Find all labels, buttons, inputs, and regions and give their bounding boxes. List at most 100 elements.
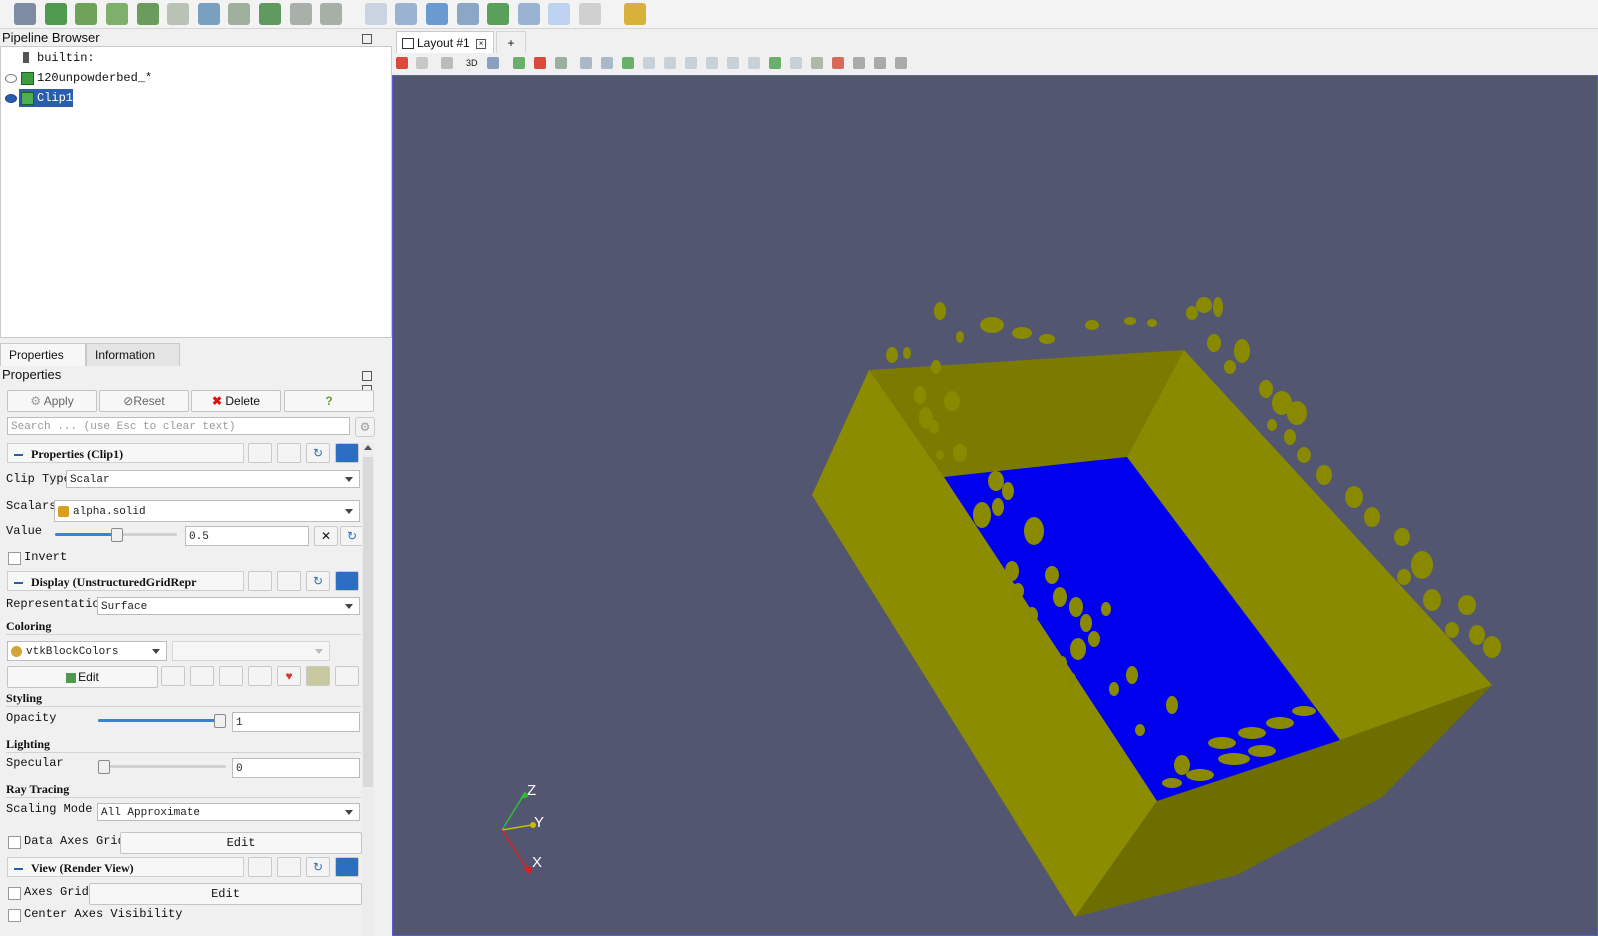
warp-icon[interactable] [259,3,281,25]
refresh-icon[interactable]: ↻ [340,526,364,546]
extract-subset-icon[interactable] [167,3,189,25]
search-input[interactable]: Search ... (use Esc to clear text) [7,417,350,435]
paste-icon[interactable] [277,857,301,877]
threshold-icon[interactable] [137,3,159,25]
save-icon[interactable] [335,857,359,877]
gear-icon[interactable]: ⚙ [355,417,375,437]
clip-type-combo[interactable]: Scalar [66,470,360,488]
section-display[interactable]: Display (UnstructuredGridRepr [7,571,244,591]
value-slider-handle[interactable] [111,528,123,542]
reset-range-icon[interactable]: ✕ [314,526,338,546]
eye-icon[interactable] [5,74,17,83]
select-polygon-icon[interactable] [790,57,802,69]
scalars-combo[interactable]: alpha.solid [54,500,360,522]
clip-icon[interactable] [75,3,97,25]
zoom-box-icon[interactable] [555,57,567,69]
save-icon[interactable] [335,571,359,591]
split-horizontal-icon[interactable] [396,57,408,69]
data-axes-grid-edit-button[interactable]: Edit [120,832,362,854]
specular-slider[interactable] [98,765,226,768]
snowflake-icon[interactable] [548,3,570,25]
add-layout-tab-button[interactable]: + [496,31,526,54]
stream-tracer-icon[interactable] [228,3,250,25]
scroll-up-icon[interactable] [364,445,372,450]
render-scene[interactable]: Z Y X [392,75,1598,936]
reset-camera-icon[interactable] [513,57,525,69]
float-icon[interactable] [362,34,372,44]
mode-3d-button[interactable]: 3D [466,57,482,69]
clear-selection-icon[interactable] [895,57,907,69]
rescale-data-icon[interactable] [161,666,185,686]
eye-icon[interactable] [5,94,17,103]
python-calculator-icon[interactable] [487,3,509,25]
data-axes-grid-checkbox[interactable] [8,836,21,849]
zoom-data-icon[interactable] [534,57,546,69]
component-combo[interactable] [172,641,330,661]
choose-preset-icon[interactable] [335,666,359,686]
scaling-mode-combo[interactable]: All Approximate [97,803,360,821]
select-cells-icon[interactable] [727,57,739,69]
select-points-icon[interactable] [748,57,760,69]
rescale-temporal-icon[interactable] [219,666,243,686]
rescale-custom-icon[interactable] [190,666,214,686]
opacity-slider-handle[interactable] [214,714,226,728]
tab-layout-1[interactable]: Layout #1 × [396,31,494,54]
plot-data-icon[interactable] [457,3,479,25]
slice-icon[interactable] [106,3,128,25]
split-vertical-icon[interactable] [416,57,428,69]
render-view[interactable]: Z Y X [392,75,1598,936]
copy-icon[interactable] [248,857,272,877]
tree-item-builtin[interactable]: builtin: [1,49,101,67]
tab-information[interactable]: Information [86,343,180,366]
view-minus-z-icon[interactable] [685,57,697,69]
view-minus-y-icon[interactable] [643,57,655,69]
center-axes-checkbox[interactable] [8,909,21,922]
plot-over-line-icon[interactable] [365,3,387,25]
color-legend-icon[interactable] [306,666,330,686]
refresh-icon[interactable]: ↻ [306,571,330,591]
specular-input[interactable]: 0 [232,758,360,778]
selection-icon[interactable] [395,3,417,25]
section-view[interactable]: View (Render View) [7,857,244,877]
histogram-icon[interactable] [426,3,448,25]
temporal-stats-icon[interactable] [518,3,540,25]
properties-scrollbar[interactable] [362,443,374,936]
delete-button[interactable]: ✖ Delete [191,390,281,412]
view-plus-z-icon[interactable] [664,57,676,69]
copy-icon[interactable] [248,443,272,463]
interactive-select-icon[interactable] [769,57,781,69]
tree-item-clip1[interactable]: Clip1 [1,89,81,107]
help-button[interactable]: ? [284,390,374,412]
axes-grid-checkbox[interactable] [8,887,21,900]
select-block-icon[interactable] [811,57,823,69]
camera-icon[interactable] [441,57,453,69]
properties-dock-buttons[interactable] [360,370,382,395]
opacity-input[interactable]: 1 [232,712,360,732]
shrink-selection-icon[interactable] [874,57,886,69]
refresh-icon[interactable]: ↻ [306,857,330,877]
save-icon[interactable] [335,443,359,463]
view-plus-x-icon[interactable] [580,57,592,69]
calculator-icon[interactable] [14,3,36,25]
favorite-icon[interactable]: ♥ [277,666,301,686]
group-datasets-icon[interactable] [290,3,312,25]
apply-button[interactable]: ⚙ Apply [7,390,97,412]
paste-icon[interactable] [277,571,301,591]
rotate-90-icon[interactable] [706,57,718,69]
zoom-icon[interactable] [487,57,499,69]
reset-button[interactable]: ⊘Reset [99,390,189,412]
specular-slider-handle[interactable] [98,760,110,774]
pipeline-tree[interactable]: builtin: 120unpowderbed_* Clip1 [0,46,392,338]
section-properties[interactable]: Properties (Clip1) [7,443,244,463]
value-input[interactable]: 0.5 [185,526,309,546]
refresh-icon[interactable]: ↻ [306,443,330,463]
scrollbar-thumb[interactable] [363,457,373,787]
extract-level-icon[interactable] [320,3,342,25]
contour-icon[interactable] [45,3,67,25]
tab-properties[interactable]: Properties [0,343,86,366]
rescale-visible-icon[interactable] [248,666,272,686]
pipeline-dock-buttons[interactable] [360,33,382,58]
close-tab-icon[interactable]: × [476,38,487,49]
axes-grid-edit-button[interactable]: Edit [89,883,362,905]
copy-icon[interactable] [248,571,272,591]
